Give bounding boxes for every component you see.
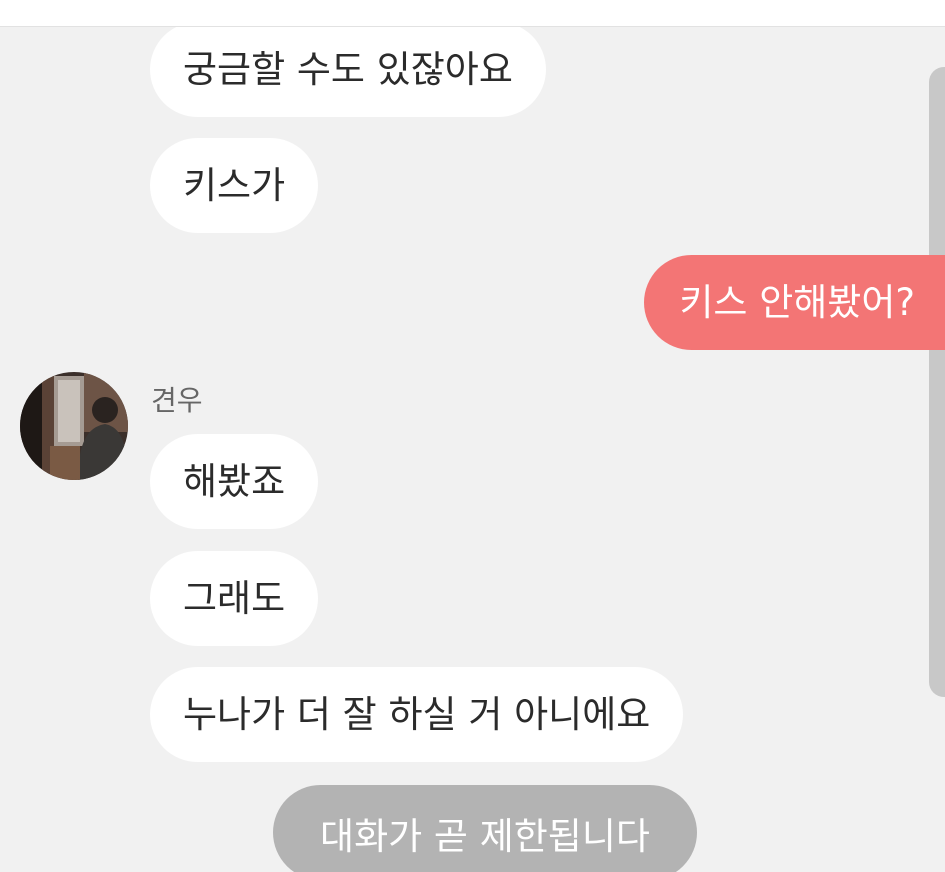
message-text: 궁금할 수도 있잖아요 bbox=[183, 48, 513, 91]
scrollbar[interactable] bbox=[929, 67, 945, 697]
message-bubble-incoming[interactable]: 키스가 bbox=[150, 138, 319, 233]
message-text: 키스가 bbox=[183, 164, 286, 207]
chat-limit-notice: 대화가 곧 제한됩니다 bbox=[273, 785, 697, 872]
chat-area[interactable]: 궁금할 수도 있잖아요 키스가 키스 안해봤어? 견우 해봤죠 그래도 누나가 … bbox=[0, 27, 945, 872]
top-bar bbox=[0, 0, 945, 27]
message-bubble-incoming[interactable]: 누나가 더 잘 하실 거 아니에요 bbox=[150, 667, 684, 762]
message-text: 키스 안해봤어? bbox=[679, 281, 915, 324]
message-bubble-incoming[interactable]: 그래도 bbox=[150, 551, 319, 646]
sender-name: 견우 bbox=[151, 384, 203, 417]
message-text: 해봤죠 bbox=[183, 460, 286, 503]
message-text: 누나가 더 잘 하실 거 아니에요 bbox=[183, 693, 651, 736]
message-text: 그래도 bbox=[183, 577, 286, 620]
message-bubble-outgoing[interactable]: 키스 안해봤어? bbox=[644, 255, 945, 350]
sender-avatar[interactable] bbox=[20, 372, 128, 480]
avatar-photo bbox=[20, 372, 128, 480]
notice-text: 대화가 곧 제한됩니다 bbox=[320, 814, 650, 858]
message-bubble-incoming[interactable]: 해봤죠 bbox=[150, 434, 319, 529]
message-bubble-incoming[interactable]: 궁금할 수도 있잖아요 bbox=[150, 27, 546, 117]
